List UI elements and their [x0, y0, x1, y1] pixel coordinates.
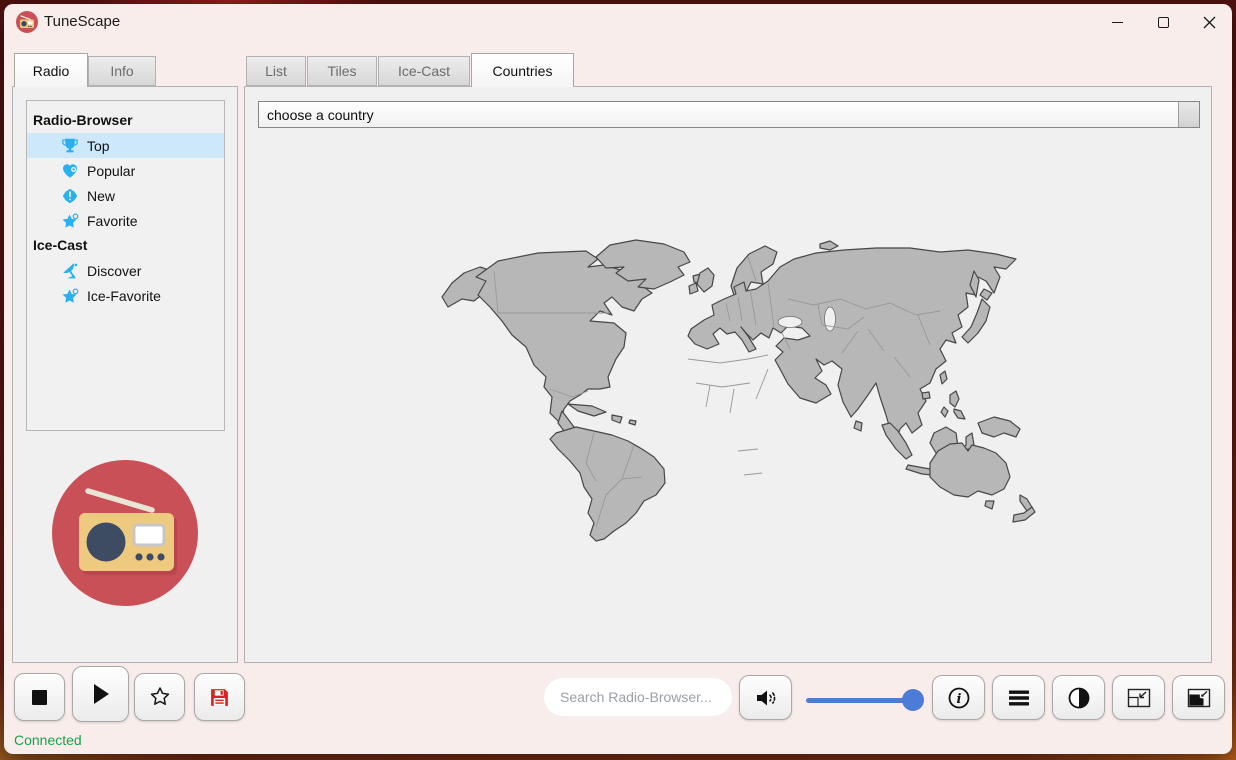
sidebar-item-discover[interactable]: Discover [27, 258, 224, 283]
sidebar-item-label: Popular [87, 162, 136, 179]
record-save-button[interactable] [194, 673, 245, 721]
volume-button[interactable] [739, 675, 792, 720]
star-icon [61, 212, 79, 230]
new-badge-icon [61, 187, 79, 205]
tab-countries[interactable]: Countries [471, 53, 574, 87]
contrast-button[interactable] [1052, 675, 1105, 720]
shrink-window-icon [1127, 688, 1150, 707]
trophy-icon [61, 137, 79, 155]
countries-tab-page: choose a country [244, 86, 1212, 663]
play-icon [93, 684, 109, 704]
minimize-icon [1111, 21, 1123, 23]
close-icon [1203, 16, 1215, 28]
radio-tab-page: Radio-Browser Top Popular New Favorite I… [12, 86, 238, 663]
window-title: TuneScape [44, 13, 121, 30]
sidebar-item-label: Favorite [87, 212, 138, 229]
app-window: TuneScape Radio Info List Tiles Ice-Cast… [4, 4, 1232, 754]
speaker-icon [756, 690, 775, 705]
satellite-dish-icon [61, 262, 79, 280]
title-bar: TuneScape [4, 4, 1232, 40]
volume-slider-handle[interactable] [902, 689, 924, 711]
combo-dropdown-button[interactable] [1178, 102, 1199, 127]
heart-icon [61, 162, 79, 180]
star-outline-icon [150, 687, 169, 705]
tab-ice-cast[interactable]: Ice-Cast [378, 56, 470, 86]
country-select[interactable]: choose a country [258, 101, 1200, 128]
save-icon [211, 688, 228, 706]
minimize-button[interactable] [1094, 4, 1140, 40]
menu-button[interactable] [992, 675, 1045, 720]
app-logo-icon [16, 11, 38, 33]
sidebar-item-popular[interactable]: Popular [27, 158, 224, 183]
favorite-button[interactable] [134, 673, 185, 721]
sidebar-item-label: Top [87, 137, 110, 154]
world-map[interactable] [438, 237, 1042, 542]
status-text: Connected [14, 732, 82, 748]
sidebar-item-label: Discover [87, 262, 142, 279]
tab-info[interactable]: Info [88, 56, 156, 86]
compact-window-button[interactable] [1112, 675, 1165, 720]
svg-text:i: i [956, 692, 961, 707]
shrink-window-filled-icon [1187, 688, 1210, 707]
tree-header-radio-browser: Radio-Browser [33, 112, 133, 128]
tab-list[interactable]: List [246, 56, 306, 86]
tab-radio[interactable]: Radio [14, 53, 88, 87]
info-icon: i [948, 687, 969, 708]
tree-header-ice-cast: Ice-Cast [33, 237, 88, 253]
source-tree: Radio-Browser Top Popular New Favorite I… [26, 100, 225, 431]
close-button[interactable] [1186, 4, 1232, 40]
sidebar-item-new[interactable]: New [27, 183, 224, 208]
play-button[interactable] [72, 666, 129, 722]
sidebar-item-label: Ice-Favorite [87, 287, 161, 304]
stop-icon [32, 689, 47, 705]
sidebar-item-ice-favorite[interactable]: Ice-Favorite [27, 283, 224, 308]
stop-button[interactable] [14, 673, 65, 721]
hamburger-icon [1008, 690, 1029, 705]
sidebar-item-label: New [87, 187, 116, 204]
sidebar-item-top[interactable]: Top [27, 133, 224, 158]
contrast-icon [1068, 687, 1089, 708]
country-select-value: choose a country [267, 106, 374, 123]
star-icon [61, 287, 79, 305]
sidebar-item-favorite[interactable]: Favorite [27, 208, 224, 233]
search-input[interactable] [543, 677, 733, 717]
tab-tiles[interactable]: Tiles [307, 56, 377, 86]
info-button[interactable]: i [932, 675, 985, 720]
radio-logo [52, 460, 198, 606]
maximize-icon [1157, 16, 1169, 28]
mini-window-button[interactable] [1172, 675, 1225, 720]
maximize-button[interactable] [1140, 4, 1186, 40]
